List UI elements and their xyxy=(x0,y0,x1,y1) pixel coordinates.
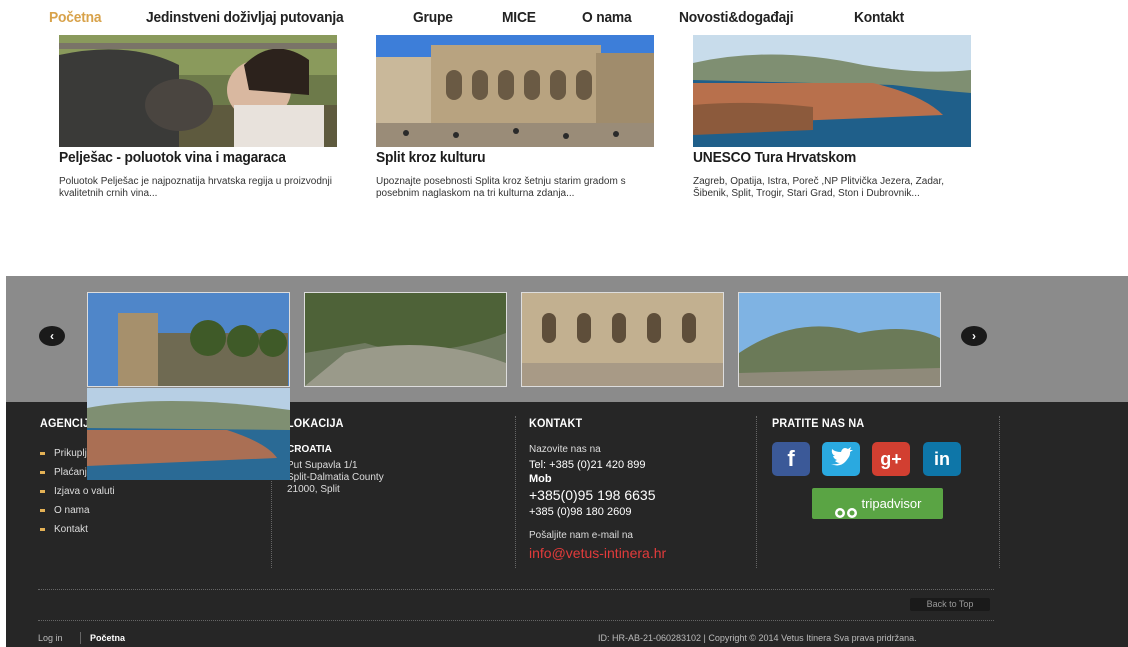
tel-number: Tel: +385 (0)21 420 899 xyxy=(529,459,646,471)
linkedin-icon[interactable]: in xyxy=(923,442,961,476)
footer-link[interactable]: Kontakt xyxy=(40,520,150,539)
main-nav: Početna Jedinstveni doživljaj putovanja … xyxy=(0,0,1128,34)
divider xyxy=(38,589,994,590)
card-image-dubrovnik[interactable] xyxy=(693,35,971,147)
divider xyxy=(999,416,1000,568)
divider xyxy=(80,632,81,644)
mob-number-2: +385 (0)98 180 2609 xyxy=(529,506,632,518)
back-to-top-button[interactable]: Back to Top xyxy=(910,598,990,611)
card-title[interactable]: Split kroz kulturu xyxy=(376,149,486,166)
footer-link[interactable]: Izjava o valuti xyxy=(40,482,150,501)
login-link[interactable]: Log in xyxy=(38,633,63,643)
hover-preview-image xyxy=(87,388,290,480)
home-link[interactable]: Početna xyxy=(90,633,125,643)
card-description: Poluotok Pelješac je najpoznatija hrvats… xyxy=(59,176,332,199)
footer-col-lokacija: LOKACIJA CROATIA Put Supavla 1/1 Split-D… xyxy=(287,416,384,496)
copyright-text: ID: HR-AB-21-060283102 | Copyright © 201… xyxy=(598,633,917,643)
divider xyxy=(515,416,516,568)
nav-novosti[interactable]: Novosti&događaji xyxy=(679,9,794,26)
card-peljesac[interactable]: Pelješac - poluotok vina i magaraca Polu… xyxy=(59,35,337,199)
divider xyxy=(38,620,994,621)
nav-pocetna[interactable]: Početna xyxy=(49,9,102,26)
mob-label: Mob xyxy=(529,473,552,485)
card-title[interactable]: Pelješac - poluotok vina i magaraca xyxy=(59,149,286,166)
tripadvisor-label: tripadvisor xyxy=(861,496,922,511)
nav-mice[interactable]: MICE xyxy=(502,9,536,26)
carousel-next-button[interactable]: › xyxy=(961,326,987,346)
footer-heading: KONTAKT xyxy=(529,416,583,430)
nav-o-nama[interactable]: O nama xyxy=(582,9,632,26)
tripadvisor-button[interactable]: tripadvisor xyxy=(812,488,943,519)
location-line: 21000, Split xyxy=(287,484,340,495)
twitter-icon[interactable] xyxy=(822,442,860,476)
location-country: CROATIA xyxy=(287,444,332,455)
carousel-thumb[interactable] xyxy=(521,292,724,387)
footer-col-pratite: PRATITE NAS NA xyxy=(772,416,875,430)
tripadvisor-owl-icon xyxy=(834,499,858,518)
carousel-prev-button[interactable]: ‹ xyxy=(39,326,65,346)
card-title[interactable]: UNESCO Tura Hrvatskom xyxy=(693,149,856,166)
image-carousel: ‹ › xyxy=(6,276,1128,402)
carousel-thumb[interactable] xyxy=(738,292,941,387)
carousel-thumb[interactable] xyxy=(304,292,507,387)
card-image-split[interactable] xyxy=(376,35,654,147)
card-split[interactable]: Split kroz kulturu Upoznajte posebnosti … xyxy=(376,35,654,199)
call-label: Nazovite nas na xyxy=(529,444,601,455)
chevron-right-icon: › xyxy=(972,329,976,343)
location-line: Put Supavla 1/1 xyxy=(287,460,358,471)
carousel-thumb[interactable] xyxy=(87,292,290,387)
google-plus-icon[interactable]: g+ xyxy=(872,442,910,476)
nav-grupe[interactable]: Grupe xyxy=(413,9,453,26)
nav-jedinstveni[interactable]: Jedinstveni doživljaj putovanja xyxy=(146,9,344,26)
footer-heading: PRATITE NAS NA xyxy=(772,416,865,430)
footer-link[interactable]: O nama xyxy=(40,501,150,520)
chevron-left-icon: ‹ xyxy=(50,329,54,343)
footer-col-kontakt: KONTAKT Nazovite nas na Tel: +385 (0)21 … xyxy=(529,416,666,561)
card-description: Upoznajte posebnosti Splita kroz šetnju … xyxy=(376,176,626,199)
mob-number-1: +385(0)95 198 6635 xyxy=(529,487,656,503)
email-link[interactable]: info@vetus-intinera.hr xyxy=(529,545,666,561)
mail-label: Pošaljite nam e-mail na xyxy=(529,530,633,541)
footer-heading: LOKACIJA xyxy=(287,416,344,430)
divider xyxy=(756,416,757,568)
card-unesco[interactable]: UNESCO Tura Hrvatskom Zagreb, Opatija, I… xyxy=(693,35,971,199)
card-image-donkey[interactable] xyxy=(59,35,337,147)
location-line: Split-Dalmatia County xyxy=(287,472,384,483)
card-description: Zagreb, Opatija, Istra, Poreč ,NP Plitvi… xyxy=(693,176,945,199)
facebook-icon[interactable]: f xyxy=(772,442,810,476)
nav-kontakt[interactable]: Kontakt xyxy=(854,9,904,26)
